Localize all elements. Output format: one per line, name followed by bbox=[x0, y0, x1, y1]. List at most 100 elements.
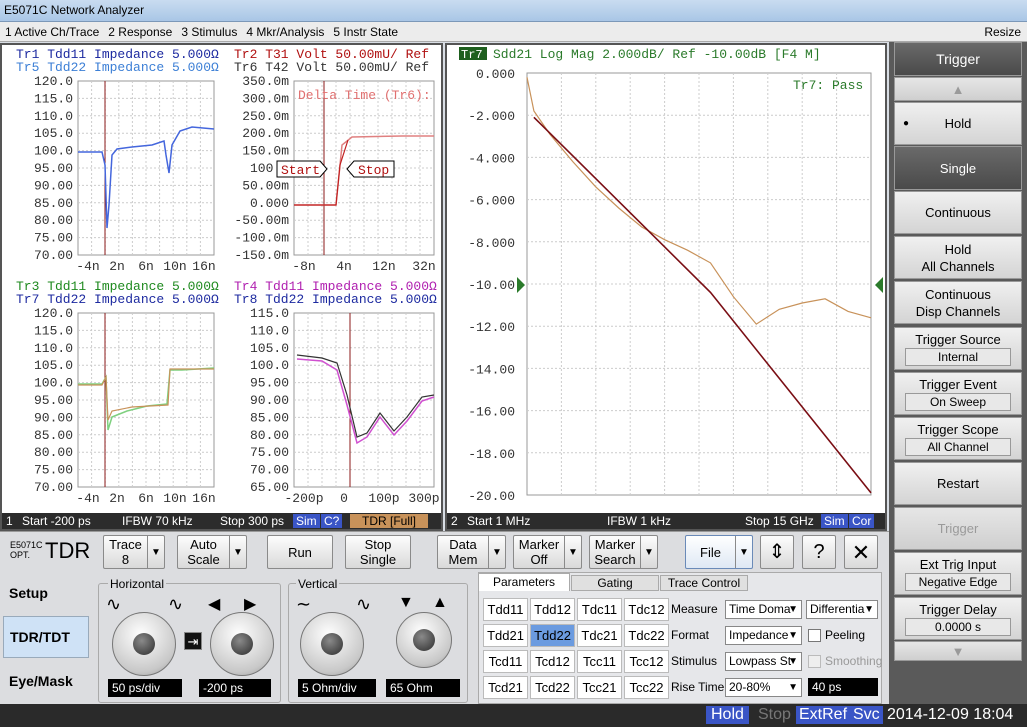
measure-select[interactable]: Time Doma ▼ bbox=[725, 600, 802, 619]
marker-search-button[interactable]: Marker Search ▼ bbox=[589, 535, 658, 569]
param-cell-tcc22[interactable]: Tcc22 bbox=[624, 676, 669, 699]
ch2-ref-marker-left bbox=[517, 277, 525, 293]
x-tick-label: -8n bbox=[292, 259, 315, 274]
tab-trace-control[interactable]: Trace Control bbox=[660, 575, 748, 591]
rise-time-select[interactable]: 20-80% ▼ bbox=[725, 678, 802, 697]
param-cell-tdc11[interactable]: Tdc11 bbox=[577, 598, 622, 621]
measure-mode-select[interactable]: Differentia ▼ bbox=[806, 600, 878, 619]
ch2-ref-marker-right bbox=[875, 277, 883, 293]
q4-header-2: Tr8 Tdd22 Impedance 5.000Ω bbox=[234, 292, 437, 307]
auto-scale-button[interactable]: Auto Scale ▼ bbox=[177, 535, 247, 569]
y-tick-label: 110.0 bbox=[250, 323, 289, 338]
file-button[interactable]: File ▼ bbox=[685, 535, 753, 569]
arrow-down-icon[interactable]: ▼ bbox=[398, 594, 414, 612]
param-cell-tcc12[interactable]: Tcc12 bbox=[624, 650, 669, 673]
close-button[interactable]: ✕ bbox=[844, 535, 878, 569]
softkey-hold-all-channels[interactable]: Hold All Channels bbox=[894, 236, 1022, 279]
arrow-up-icon[interactable]: ▲ bbox=[432, 594, 448, 612]
menu-mkr-analysis[interactable]: 4 Mkr/Analysis bbox=[241, 22, 328, 39]
ch2-sim-badge: Sim bbox=[821, 514, 848, 528]
softkey-trigger-event[interactable]: Trigger Event On Sweep bbox=[894, 372, 1022, 415]
softkey-scroll-down[interactable]: ▼ bbox=[894, 641, 1022, 661]
y-tick-label: 300.0m bbox=[242, 91, 289, 106]
menu-response[interactable]: 2 Response bbox=[103, 22, 176, 39]
x-tick-label: 16n bbox=[192, 491, 215, 506]
tab-parameters[interactable]: Parameters bbox=[478, 573, 570, 591]
softkey-continuous-disp[interactable]: Continuous Disp Channels bbox=[894, 281, 1022, 324]
vertical-scale-knob[interactable] bbox=[300, 612, 364, 676]
softkey-scroll-up[interactable]: ▲ bbox=[894, 77, 1022, 101]
horizontal-scale-value[interactable]: 50 ps/div bbox=[108, 679, 182, 697]
softkey-trigger[interactable]: Trigger bbox=[894, 507, 1022, 550]
softkey-trigger-source[interactable]: Trigger Source Internal bbox=[894, 327, 1022, 370]
param-cell-tdd21[interactable]: Tdd21 bbox=[483, 624, 528, 647]
vertical-scale-value[interactable]: 5 Ohm/div bbox=[298, 679, 376, 697]
marker-off-button[interactable]: Marker Off ▼ bbox=[513, 535, 582, 569]
channel-1-window[interactable]: Tr1 Tdd11 Impedance 5.000Ω Tr5 Tdd22 Imp… bbox=[0, 43, 443, 531]
arrow-left-icon[interactable]: ◀ bbox=[208, 594, 220, 614]
horizontal-position-knob[interactable] bbox=[210, 612, 274, 676]
vertical-position-value[interactable]: 65 Ohm bbox=[386, 679, 460, 697]
stimulus-select[interactable]: Lowpass St ▼ bbox=[725, 652, 802, 671]
y-tick-label: 75.00 bbox=[34, 231, 73, 246]
param-cell-tdd22[interactable]: Tdd22 bbox=[530, 624, 575, 647]
param-cell-tdd11[interactable]: Tdd11 bbox=[483, 598, 528, 621]
softkey-trigger-delay[interactable]: Trigger Delay 0.0000 s bbox=[894, 597, 1022, 640]
help-button[interactable]: ? bbox=[802, 535, 836, 569]
arrow-right-icon[interactable]: ▶ bbox=[244, 594, 256, 614]
x-tick-label: 0 bbox=[340, 491, 348, 506]
up-down-arrow-icon: ⇕ bbox=[768, 540, 786, 563]
param-cell-tcc21[interactable]: Tcc21 bbox=[577, 676, 622, 699]
tab-gating[interactable]: Gating bbox=[571, 575, 659, 591]
status-hold: Hold bbox=[706, 706, 749, 724]
ch1-tdr-badge: TDR [Full] bbox=[350, 514, 428, 528]
q2-start-flag[interactable]: Start bbox=[276, 160, 328, 178]
param-cell-tdc22[interactable]: Tdc22 bbox=[624, 624, 669, 647]
param-cell-tdc21[interactable]: Tdc21 bbox=[577, 624, 622, 647]
chevron-down-icon: ▼ bbox=[864, 604, 874, 615]
softkey-single[interactable]: Single bbox=[894, 146, 1022, 190]
param-cell-tcd11[interactable]: Tcd11 bbox=[483, 650, 528, 673]
menu-active-ch-trace[interactable]: 1 Active Ch/Trace bbox=[0, 22, 103, 39]
ch2-stop: Stop 15 GHz bbox=[745, 514, 814, 528]
menu-stimulus[interactable]: 3 Stimulus bbox=[176, 22, 241, 39]
horizontal-scale-knob[interactable] bbox=[112, 612, 176, 676]
menu-instr-state[interactable]: 5 Instr State bbox=[328, 22, 402, 39]
param-cell-tcc11[interactable]: Tcc11 bbox=[577, 650, 622, 673]
tab-setup[interactable]: Setup bbox=[3, 572, 89, 614]
q2-stop-flag[interactable]: Stop bbox=[346, 160, 395, 178]
stop-single-button[interactable]: Stop Single bbox=[345, 535, 411, 569]
tab-eye-mask[interactable]: Eye/Mask bbox=[3, 660, 89, 702]
run-button[interactable]: Run bbox=[267, 535, 333, 569]
softkey-trigger-scope[interactable]: Trigger Scope All Channel bbox=[894, 417, 1022, 460]
swap-button[interactable]: ⇕ bbox=[760, 535, 794, 569]
softkey-ext-trig-input[interactable]: Ext Trig Input Negative Edge bbox=[894, 552, 1022, 595]
softkey-restart[interactable]: Restart bbox=[894, 462, 1022, 505]
rise-time-input[interactable]: 40 ps bbox=[808, 678, 878, 696]
smoothing-checkbox[interactable] bbox=[808, 655, 821, 668]
tab-tdr-tdt[interactable]: TDR/TDT bbox=[3, 616, 89, 658]
param-cell-tdc12[interactable]: Tdc12 bbox=[624, 598, 669, 621]
channel-2-window[interactable]: Tr7 Sdd21 Log Mag 2.000dB/ Ref -10.00dB … bbox=[445, 43, 887, 531]
channel-2-status: 2 Start 1 MHz IFBW 1 kHz Stop 15 GHz Sim… bbox=[447, 513, 885, 529]
param-cell-tcd21[interactable]: Tcd21 bbox=[483, 676, 528, 699]
trigger-source-value: Internal bbox=[905, 348, 1011, 366]
y-tick-label: -100.0m bbox=[234, 231, 289, 246]
peeling-checkbox[interactable] bbox=[808, 629, 821, 642]
format-select[interactable]: Impedance ▼ bbox=[725, 626, 802, 645]
resize-button[interactable]: Resize bbox=[984, 25, 1021, 39]
param-cell-tcd12[interactable]: Tcd12 bbox=[530, 650, 575, 673]
vertical-position-knob[interactable] bbox=[396, 612, 452, 668]
param-cell-tcd22[interactable]: Tcd22 bbox=[530, 676, 575, 699]
param-cell-tdd12[interactable]: Tdd12 bbox=[530, 598, 575, 621]
wave-flat-icon: ∼ bbox=[296, 594, 312, 614]
trace-button[interactable]: Trace 8 ▼ bbox=[103, 535, 165, 569]
y-tick-label: 95.00 bbox=[34, 393, 73, 408]
softkey-continuous[interactable]: Continuous bbox=[894, 191, 1022, 234]
y-tick-label: 70.00 bbox=[34, 480, 73, 495]
link-arrow-icon[interactable]: ⇥ bbox=[184, 632, 202, 650]
data-mem-button[interactable]: Data Mem ▼ bbox=[437, 535, 506, 569]
softkey-panel: Trigger ▲ ● Hold Single Continuous Hold Al… bbox=[889, 42, 1027, 704]
softkey-hold[interactable]: ● Hold bbox=[894, 102, 1022, 145]
horizontal-position-value[interactable]: -200 ps bbox=[199, 679, 271, 697]
